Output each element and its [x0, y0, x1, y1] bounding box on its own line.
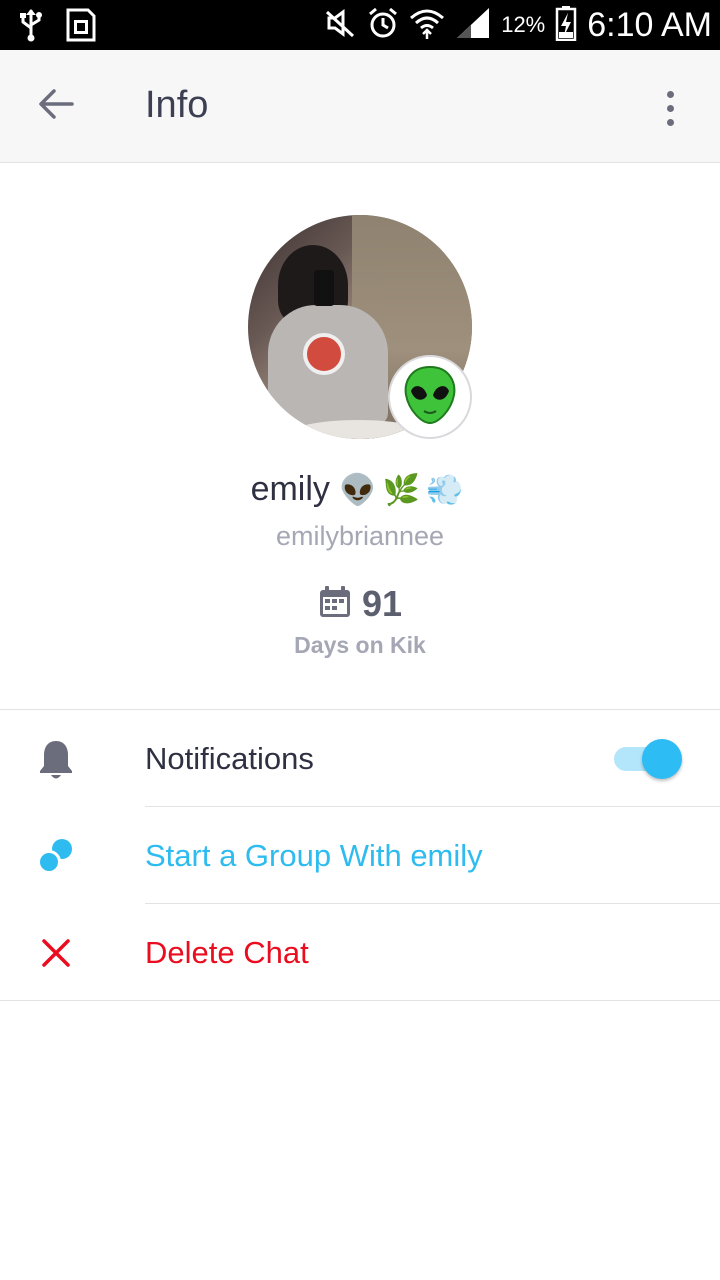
more-vertical-dot	[666, 104, 674, 112]
group-bubbles-icon	[32, 832, 80, 880]
back-button[interactable]	[28, 78, 84, 134]
notifications-label: Notifications	[145, 741, 314, 776]
close-x-icon	[32, 929, 80, 977]
alarm-icon	[367, 7, 399, 44]
battery-percent: 12%	[501, 12, 546, 37]
section-divider	[0, 1000, 720, 1001]
signal-icon	[455, 6, 491, 45]
app-bar: Info	[0, 50, 720, 163]
notifications-toggle[interactable]	[614, 739, 682, 779]
display-name-emojis: 👽🌿💨	[339, 474, 470, 507]
arrow-left-icon	[38, 88, 74, 125]
page-title: Info	[145, 84, 209, 126]
toggle-thumb	[642, 739, 682, 779]
section-divider	[0, 709, 720, 710]
status-bar: 12% 6:10 AM	[0, 0, 720, 50]
status-time: 6:10 AM	[587, 5, 712, 44]
battery-charging-icon	[555, 5, 577, 46]
sim-icon	[66, 8, 96, 47]
avatar-shirt-logo	[303, 333, 345, 375]
profile-badge	[388, 355, 472, 439]
usb-icon	[18, 8, 44, 47]
row-divider	[145, 806, 720, 807]
alien-icon	[402, 365, 458, 430]
profile-avatar-wrap	[248, 215, 472, 439]
start-group-label: Start a Group With emily	[145, 838, 483, 873]
display-name-row: emily 👽🌿💨	[0, 470, 720, 509]
username: emilybriannee	[275, 521, 445, 551]
more-vertical-dot	[666, 118, 674, 126]
bell-icon	[32, 735, 80, 783]
days-on-kik-row: 91	[0, 583, 720, 625]
delete-chat-label: Delete Chat	[145, 935, 309, 970]
start-group-row[interactable]: Start a Group With emily	[0, 808, 720, 904]
more-vertical-icon	[666, 90, 674, 98]
days-label: Days on Kik	[294, 632, 426, 658]
mute-icon	[323, 8, 357, 43]
wifi-icon	[409, 6, 445, 45]
days-count: 91	[361, 583, 403, 624]
delete-chat-row[interactable]: Delete Chat	[0, 905, 720, 1001]
display-name: emily	[250, 470, 330, 508]
calendar-icon	[318, 585, 352, 624]
notifications-row[interactable]: Notifications	[0, 711, 720, 807]
avatar-phone	[314, 270, 334, 306]
more-options-button[interactable]	[648, 80, 692, 136]
row-divider	[145, 903, 720, 904]
